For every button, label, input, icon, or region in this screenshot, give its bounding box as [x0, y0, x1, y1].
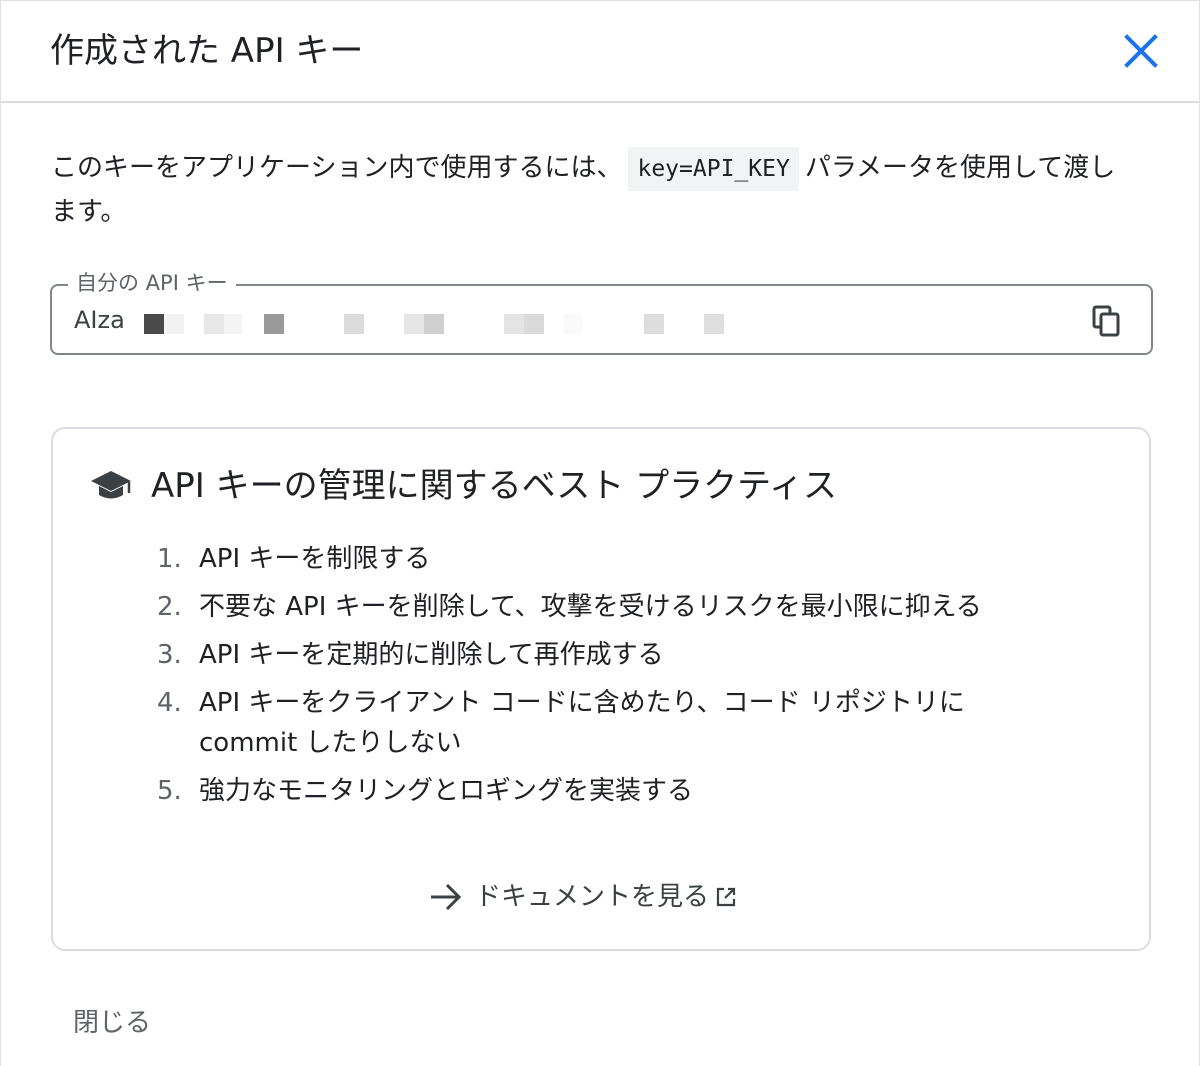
dialog-title: 作成された API キー — [50, 31, 364, 71]
api-key-field[interactable]: 自分の API キー AIza — [50, 268, 1153, 355]
list-item-text: API キーを定期的に削除して再作成する — [199, 640, 664, 670]
api-key-created-dialog: 作成された API キー このキーをアプリケーション内で使用するには、 key=A… — [0, 0, 1200, 1066]
graduation-cap-icon — [91, 471, 131, 499]
list-item: 1. API キーを制限する — [157, 539, 1057, 579]
best-practices-header: API キーの管理に関するベスト プラクティス — [89, 463, 837, 509]
copy-button[interactable] — [1091, 304, 1123, 338]
redacted-key-mask — [142, 296, 742, 334]
close-button[interactable] — [1121, 31, 1161, 71]
api-key-value[interactable]: AIza — [74, 304, 125, 336]
usage-description: このキーをアプリケーション内で使用するには、 key=API_KEY パラメータを使… — [51, 147, 1121, 233]
external-link-icon — [716, 887, 736, 907]
best-practices-list: 1. API キーを制限する 2. 不要な API キーを削除して、攻撃を受ける… — [157, 539, 1057, 819]
description-text-before: このキーをアプリケーション内で使用するには、 — [51, 153, 623, 183]
api-key-field-label: 自分の API キー — [68, 268, 236, 298]
copy-icon — [1092, 305, 1120, 337]
best-practices-card: API キーの管理に関するベスト プラクティス 1. API キーを制限する 2… — [51, 427, 1151, 951]
list-item: 5. 強力なモニタリングとロギングを実装する — [157, 771, 1057, 811]
list-item-text: 不要な API キーを削除して、攻撃を受けるリスクを最小限に抑える — [199, 592, 982, 622]
view-documentation-label: ドキュメントを見る — [475, 882, 710, 912]
list-item-number: 5. — [157, 776, 182, 806]
list-item-number: 1. — [157, 544, 182, 574]
view-documentation-link[interactable]: ドキュメントを見る — [429, 877, 737, 917]
list-item: 4. API キーをクライアント コードに含めたり、コード リポジトリに com… — [157, 683, 1057, 763]
list-item: 2. 不要な API キーを削除して、攻撃を受けるリスクを最小限に抑える — [157, 587, 1057, 627]
api-key-param-code: key=API_KEY — [628, 147, 799, 191]
best-practices-title: API キーの管理に関するベスト プラクティス — [151, 466, 838, 506]
list-item-text: 強力なモニタリングとロギングを実装する — [199, 776, 694, 806]
close-dialog-button[interactable]: 閉じる — [61, 1001, 163, 1045]
list-item-number: 2. — [157, 592, 182, 622]
list-item-text: API キーをクライアント コードに含めたり、コード リポジトリに commit… — [199, 688, 965, 758]
list-item-number: 4. — [157, 688, 182, 718]
list-item-text: API キーを制限する — [199, 544, 431, 574]
close-icon — [1124, 34, 1158, 68]
arrow-right-icon — [431, 883, 462, 911]
dialog-header: 作成された API キー — [1, 1, 1199, 103]
list-item-number: 3. — [157, 640, 182, 670]
list-item: 3. API キーを定期的に削除して再作成する — [157, 635, 1057, 675]
